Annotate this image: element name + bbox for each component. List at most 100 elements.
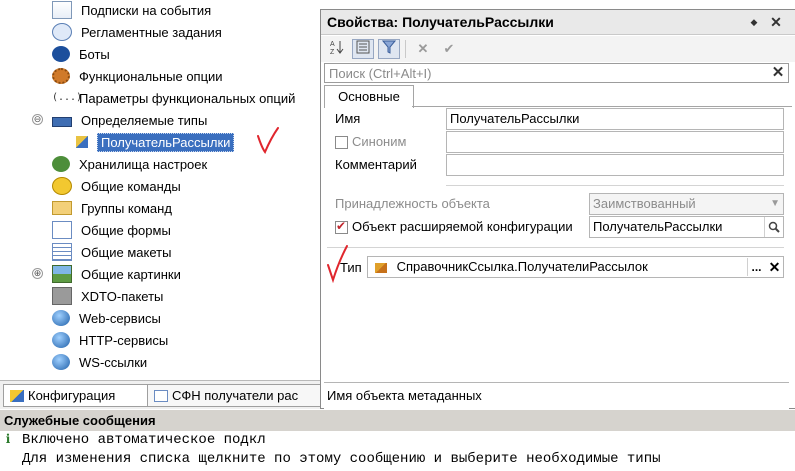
- http-service-icon: [52, 332, 70, 348]
- comment-field[interactable]: [446, 154, 784, 176]
- configuration-tab-icon: [10, 389, 24, 402]
- svg-text:A: A: [330, 41, 335, 48]
- tree-item-label: Web-сервисы: [79, 310, 161, 326]
- tree-item-label: Функциональные опции: [79, 68, 223, 84]
- tab-divider: [412, 106, 792, 107]
- sort-az-icon: A Z: [330, 41, 344, 56]
- properties-panel: Свойства: ПолучательРассылки ◆ ✕ A Z ✕ ✔: [320, 9, 795, 410]
- section-separator: [327, 247, 784, 248]
- common-template-icon: [52, 243, 72, 261]
- properties-title-bar: Свойства: ПолучательРассылки: [321, 10, 795, 35]
- tree-item-label: WS-ссылки: [79, 354, 148, 370]
- tab-sfn-recipients[interactable]: СФН получатели рас: [147, 384, 331, 407]
- tree-item-settings-storages[interactable]: Хранилища настроек: [52, 153, 207, 175]
- message-line[interactable]: i Включено автоматическое подкл: [0, 432, 795, 452]
- synonym-label: Синоним: [352, 134, 407, 149]
- properties-search-input[interactable]: Поиск (Ctrl+Alt+I) ✕: [324, 63, 789, 83]
- tree-item-common-pictures[interactable]: Общие картинки: [52, 263, 181, 285]
- tree-item-event-subscriptions[interactable]: Подписки на события: [52, 0, 211, 21]
- message-line[interactable]: Для изменения списка щелкните по этому с…: [0, 451, 795, 471]
- search-icon[interactable]: [764, 217, 783, 237]
- properties-toolbar: A Z ✕ ✔: [321, 36, 795, 62]
- close-icon[interactable]: ✕: [767, 13, 785, 31]
- tab-configuration-label: Конфигурация: [28, 388, 116, 403]
- type-field[interactable]: СправочникСсылка.ПолучателиРассылок ... …: [367, 256, 784, 278]
- tree-item-label: Общие команды: [81, 178, 181, 194]
- xdto-package-icon: [52, 287, 72, 305]
- filter-icon: [381, 40, 397, 54]
- tree-item-common-templates[interactable]: Общие макеты: [52, 241, 171, 263]
- tree-item-http-services[interactable]: HTTP-сервисы: [52, 329, 168, 351]
- tree-item-defined-type-recipient[interactable]: ПолучательРассылки: [76, 131, 235, 153]
- delete-button[interactable]: ✕: [412, 39, 434, 59]
- common-form-icon: [52, 221, 72, 239]
- name-label: Имя: [335, 111, 361, 126]
- extension-object-checkbox[interactable]: [335, 219, 348, 234]
- apply-button[interactable]: ✔: [438, 39, 460, 59]
- tree-item-common-forms[interactable]: Общие формы: [52, 219, 171, 241]
- panel-tab-bar: Конфигурация СФН получатели рас: [0, 380, 331, 409]
- collapse-defined-types-toggle[interactable]: ⊖: [32, 114, 43, 125]
- tree-item-label: Общие формы: [81, 222, 171, 238]
- tree-item-label-selected: ПолучательРассылки: [97, 132, 235, 152]
- tab-configuration[interactable]: Конфигурация: [3, 384, 153, 407]
- tree-item-label: XDTO-пакеты: [81, 288, 164, 304]
- common-command-icon: [52, 177, 72, 195]
- tree-item-functional-option-params[interactable]: (...) Параметры функциональных опций: [52, 87, 295, 109]
- section-separator: [446, 185, 784, 186]
- tree-item-functional-options[interactable]: Функциональные опции: [52, 65, 223, 87]
- tree-item-label: Регламентные задания: [81, 24, 222, 40]
- chevron-down-icon: ▼: [770, 198, 780, 209]
- settings-storage-icon: [52, 156, 70, 172]
- categories-icon: [356, 40, 370, 54]
- tree-item-bots[interactable]: Боты: [52, 43, 110, 65]
- sort-alphabetical-button[interactable]: A Z: [326, 39, 348, 59]
- tree-item-command-groups[interactable]: Группы команд: [52, 197, 172, 219]
- scheduled-job-icon: [52, 23, 72, 41]
- tree-item-label: Общие макеты: [81, 244, 172, 260]
- tab-sfn-recipients-label: СФН получатели рас: [172, 388, 299, 403]
- svg-text:Z: Z: [330, 49, 335, 55]
- tree-item-label: Хранилища настроек: [79, 156, 208, 172]
- tree-item-common-commands[interactable]: Общие команды: [52, 175, 181, 197]
- message-text: Включено автоматическое подкл: [22, 432, 266, 448]
- command-group-icon: [52, 201, 72, 215]
- filter-button[interactable]: [378, 39, 400, 59]
- event-subscription-icon: [52, 1, 72, 19]
- comment-label: Комментарий: [335, 157, 417, 172]
- tree-item-web-services[interactable]: Web-сервисы: [52, 307, 161, 329]
- synonym-field[interactable]: [446, 131, 784, 153]
- pin-icon[interactable]: ◆: [745, 13, 763, 31]
- type-label: Тип: [340, 260, 362, 275]
- tree-item-scheduled-jobs[interactable]: Регламентные задания: [52, 21, 222, 43]
- expand-common-pictures-toggle[interactable]: ⊕: [32, 268, 43, 279]
- group-by-category-button[interactable]: [352, 39, 374, 59]
- tab-main[interactable]: Основные: [324, 85, 414, 108]
- belonging-select[interactable]: Заимствованный ▼: [589, 193, 784, 215]
- clear-search-icon[interactable]: ✕: [769, 64, 787, 82]
- tree-item-xdto-packages[interactable]: XDTO-пакеты: [52, 285, 163, 307]
- tree-item-ws-references[interactable]: WS-ссылки: [52, 351, 147, 373]
- metadata-tree: Подписки на события Регламентные задания…: [0, 0, 330, 380]
- type-value: СправочникСсылка.ПолучателиРассылок: [396, 259, 648, 274]
- common-picture-icon: [52, 265, 72, 283]
- extension-object-field[interactable]: ПолучательРассылки: [589, 216, 784, 238]
- functional-option-params-icon: (...): [52, 92, 83, 103]
- check-mark-annotation: [257, 127, 279, 154]
- type-clear-button[interactable]: ✕: [766, 258, 783, 276]
- toolbar-separator: [405, 40, 406, 58]
- belonging-value: Заимствованный: [593, 196, 696, 211]
- extension-object-label: Объект расширяемой конфигурации: [352, 219, 573, 234]
- properties-title: Свойства: ПолучательРассылки: [327, 14, 554, 30]
- catalog-ref-icon: [375, 262, 387, 273]
- name-field[interactable]: ПолучательРассылки: [446, 108, 784, 130]
- tree-item-label: Подписки на события: [81, 2, 212, 18]
- tree-item-defined-types[interactable]: Определяемые типы: [52, 109, 207, 131]
- type-select-button[interactable]: ...: [747, 258, 765, 276]
- search-placeholder: Поиск (Ctrl+Alt+I): [329, 66, 432, 81]
- tree-item-label: Параметры функциональных опций: [79, 90, 296, 106]
- synonym-checkbox[interactable]: [335, 136, 348, 149]
- tree-item-label: Общие картинки: [81, 266, 181, 282]
- defined-type-item-icon: [76, 136, 88, 148]
- web-service-icon: [52, 310, 70, 326]
